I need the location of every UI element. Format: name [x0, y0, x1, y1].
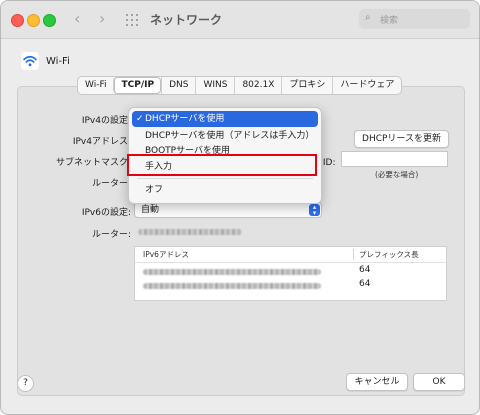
subnet-mask-label: サブネットマスク:	[55, 158, 131, 168]
ipv6-address-header: IPv6アドレス	[143, 250, 189, 259]
prefix-length-cell: 64	[359, 279, 371, 289]
menu-item-label: オフ	[145, 185, 164, 195]
title-bar: ‹ › ネットワーク ⌕ 検索	[1, 1, 479, 39]
renew-dhcp-lease-button[interactable]: DHCPリースを更新	[354, 130, 449, 148]
ipv6-address-table: IPv6アドレス プレフィックス長 64 64	[134, 246, 447, 301]
help-button[interactable]: ?	[17, 375, 34, 392]
wifi-icon	[21, 52, 39, 70]
tab-dns[interactable]: DNS	[161, 77, 195, 94]
back-arrow-icon[interactable]: ‹	[74, 10, 80, 28]
show-all-grid-icon[interactable]	[126, 14, 138, 26]
prefix-length-header: プレフィックス長	[359, 250, 419, 259]
router-label: ルーター:	[91, 179, 131, 189]
menu-item-dhcp-manual-address[interactable]: DHCPサーバを使用（アドレスは手入力）	[132, 128, 318, 144]
prefix-length-cell: 64	[359, 265, 371, 275]
checkmark-icon: ✓	[136, 114, 144, 124]
redacted-ipv6-address	[143, 269, 321, 275]
popup-stepper-icon: ▴ ▾	[309, 204, 320, 217]
search-placeholder: 検索	[380, 16, 399, 26]
header-divider	[135, 262, 446, 263]
tab-hardware[interactable]: ハードウェア	[332, 77, 401, 94]
window-title: ネットワーク	[150, 13, 223, 27]
menu-separator	[137, 178, 313, 179]
client-id-hint: (必要な場合)	[375, 170, 419, 179]
tab-proxy[interactable]: プロキシ	[281, 77, 332, 94]
ipv4-address-label: IPv4アドレス:	[72, 137, 131, 147]
ipv6-router-label: ルーター:	[91, 230, 131, 240]
tab-wins[interactable]: WINS	[195, 77, 234, 94]
search-icon: ⌕	[365, 12, 371, 23]
ipv6-config-value: 自動	[141, 205, 160, 215]
tab-8021x[interactable]: 802.1X	[234, 77, 281, 94]
menu-item-label: DHCPサーバを使用	[145, 114, 225, 124]
client-id-field[interactable]	[341, 151, 448, 167]
ipv6-config-label: IPv6の設定:	[81, 208, 131, 218]
column-divider	[353, 249, 354, 260]
interface-name: Wi-Fi	[46, 56, 70, 67]
tab-tcpip[interactable]: TCP/IP	[113, 77, 162, 94]
network-preferences-window: ‹ › ネットワーク ⌕ 検索 Wi-Fi Wi-Fi TCP/IP DNS W…	[0, 0, 480, 415]
tab-wifi[interactable]: Wi-Fi	[78, 77, 113, 94]
forward-arrow-icon[interactable]: ›	[99, 10, 105, 28]
manual-option-highlight-box	[127, 154, 317, 176]
ipv6-config-popup[interactable]: 自動 ▴ ▾	[134, 202, 322, 218]
ipv4-config-label: IPv4の設定:	[81, 116, 131, 126]
menu-item-off[interactable]: オフ	[132, 182, 318, 198]
tab-bar: Wi-Fi TCP/IP DNS WINS 802.1X プロキシ ハードウェア	[77, 76, 403, 95]
menu-item-label: DHCPサーバを使用（アドレスは手入力）	[145, 131, 315, 141]
redacted-ipv6-address	[143, 283, 321, 289]
menu-item-dhcp[interactable]: ✓ DHCPサーバを使用	[132, 111, 318, 127]
zoom-window-button[interactable]	[43, 14, 56, 27]
minimize-window-button[interactable]	[27, 14, 40, 27]
redacted-ipv6-router	[138, 229, 242, 235]
ok-button[interactable]: OK	[413, 373, 465, 391]
close-window-button[interactable]	[11, 14, 24, 27]
search-field[interactable]: ⌕ 検索	[359, 9, 470, 29]
cancel-button[interactable]: キャンセル	[346, 373, 408, 391]
